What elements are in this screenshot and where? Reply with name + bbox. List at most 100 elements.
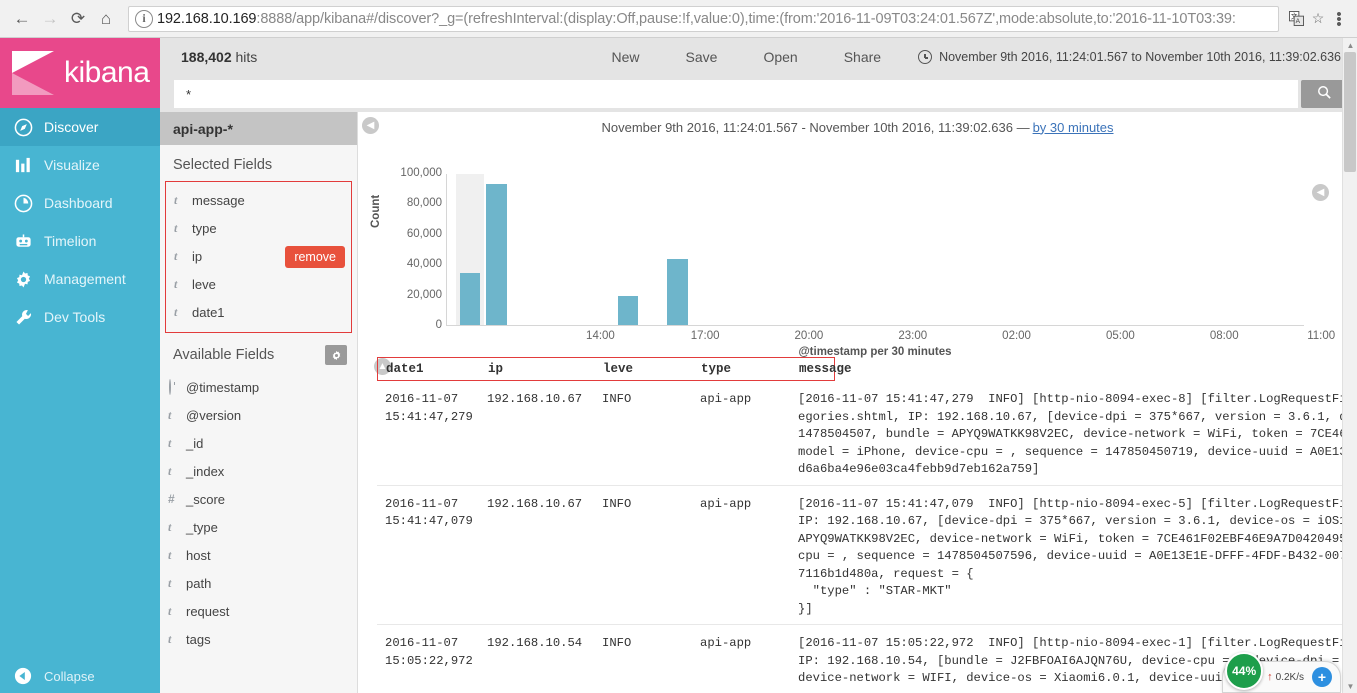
string-type-icon: t bbox=[168, 435, 172, 450]
field-item-timestamp[interactable]: @timestamp bbox=[160, 373, 357, 401]
field-item-id[interactable]: t _id bbox=[160, 429, 357, 457]
hits-label: hits bbox=[235, 49, 258, 65]
field-item-leve[interactable]: t leve bbox=[166, 270, 351, 298]
clock-icon bbox=[918, 50, 933, 64]
chart-bar[interactable] bbox=[486, 184, 507, 325]
forward-button[interactable]: → bbox=[36, 5, 64, 33]
share-button[interactable]: Share bbox=[844, 49, 881, 65]
field-item-ip[interactable]: t ip remove bbox=[166, 242, 351, 270]
network-monitor-widget[interactable]: 44% ↑ 0.2K/s + bbox=[1222, 652, 1341, 693]
available-fields-list: @timestamp t @version t _id t _index # _… bbox=[160, 373, 357, 653]
table-row[interactable]: 2016-11-07 15:41:47,279 192.168.10.67 INFO… bbox=[377, 381, 1357, 486]
field-item-host[interactable]: t host bbox=[160, 541, 357, 569]
cell-date1: 2016-11-07 15:41:47,079 bbox=[385, 496, 473, 529]
x-axis-tick-label: 05:00 bbox=[1105, 330, 1135, 342]
add-tool-button[interactable]: + bbox=[1312, 667, 1332, 687]
column-header-date1[interactable]: date1 bbox=[378, 362, 488, 376]
address-bar[interactable]: i 192.168.10.169:8888/app/kibana#/discov… bbox=[128, 5, 1279, 32]
chart-collapse-right-icon[interactable]: ◀ bbox=[1312, 184, 1329, 201]
sidebar-item-label: Dev Tools bbox=[44, 309, 106, 325]
column-header-message[interactable]: message bbox=[799, 362, 852, 376]
selected-fields-heading: Selected Fields bbox=[173, 157, 273, 173]
remove-field-button[interactable]: remove bbox=[285, 246, 345, 268]
search-button[interactable] bbox=[1301, 80, 1347, 108]
new-button[interactable]: New bbox=[612, 49, 640, 65]
field-name: @timestamp bbox=[186, 379, 260, 395]
sidebar-item-label: Timelion bbox=[44, 233, 97, 249]
chart-collapse-left-icon[interactable]: ◀ bbox=[362, 117, 379, 134]
chart-bar[interactable] bbox=[617, 295, 639, 325]
chart-plot-area[interactable] bbox=[446, 174, 1304, 326]
y-axis-ticks: 0 20,000 40,000 60,000 80,000 100,000 bbox=[384, 167, 442, 331]
sidebar-item-dev-tools[interactable]: Dev Tools bbox=[0, 298, 160, 336]
field-item-request[interactable]: t request bbox=[160, 597, 357, 625]
field-item-index[interactable]: t _index bbox=[160, 457, 357, 485]
chart-bar[interactable] bbox=[459, 273, 481, 325]
available-fields-label: Available Fields bbox=[173, 347, 275, 363]
column-header-type[interactable]: type bbox=[701, 362, 799, 376]
x-axis-tick-label: 20:00 bbox=[794, 330, 824, 342]
table-body: 2016-11-07 15:41:47,279 192.168.10.67 INFO… bbox=[377, 381, 1357, 693]
cpu-usage-badge[interactable]: 44% bbox=[1225, 652, 1264, 690]
sidebar-item-discover[interactable]: Discover bbox=[0, 108, 160, 146]
sidebar-item-dashboard[interactable]: Dashboard bbox=[0, 184, 160, 222]
available-fields-heading: Available Fields bbox=[160, 333, 357, 373]
home-button[interactable]: ⌂ bbox=[92, 5, 120, 33]
browser-menu-button[interactable]: • • • bbox=[1329, 7, 1349, 32]
field-name: @version bbox=[186, 407, 242, 423]
index-pattern-selector[interactable]: api-app-* bbox=[160, 112, 357, 145]
table-row[interactable]: 2016-11-07 15:05:22,972 192.168.10.54 INFO… bbox=[377, 625, 1357, 693]
site-info-icon[interactable]: i bbox=[135, 9, 153, 28]
column-header-leve[interactable]: leve bbox=[603, 362, 701, 376]
field-settings-gear-icon[interactable] bbox=[325, 345, 347, 365]
save-button[interactable]: Save bbox=[686, 49, 718, 65]
translate-icon[interactable]: 文A bbox=[1285, 8, 1307, 30]
string-type-icon: t bbox=[174, 192, 178, 207]
field-item-version[interactable]: t @version bbox=[160, 401, 357, 429]
cell-ip: 192.168.10.54 bbox=[487, 636, 583, 650]
string-type-icon: t bbox=[174, 304, 178, 319]
url-host: 192.168.10.169 bbox=[157, 10, 257, 27]
string-type-icon: t bbox=[168, 407, 172, 422]
field-item-score[interactable]: # _score bbox=[160, 485, 357, 513]
column-header-ip[interactable]: ip bbox=[488, 362, 603, 376]
x-axis-tick-label: 23:00 bbox=[898, 330, 928, 342]
sidebar-item-visualize[interactable]: Visualize bbox=[0, 146, 160, 184]
browser-toolbar: ← → ⟳ ⌂ i 192.168.10.169:8888/app/kibana… bbox=[0, 0, 1357, 38]
scroll-down-arrow-icon[interactable]: ▼ bbox=[1343, 679, 1357, 693]
chart-header: ◀ November 9th 2016, 11:24:01.567 - Nove… bbox=[358, 112, 1357, 138]
back-button[interactable]: ← bbox=[8, 5, 36, 33]
kibana-logo: kibana bbox=[0, 38, 160, 108]
open-button[interactable]: Open bbox=[763, 49, 797, 65]
y-axis-tick-label: 60,000 bbox=[406, 227, 442, 240]
field-name: _index bbox=[186, 463, 225, 479]
string-type-icon: t bbox=[168, 463, 172, 478]
field-item-type[interactable]: t type bbox=[166, 214, 351, 242]
field-item-type-meta[interactable]: t _type bbox=[160, 513, 357, 541]
bookmark-star-icon[interactable]: ☆ bbox=[1307, 8, 1329, 30]
sidebar-item-label: Dashboard bbox=[44, 195, 113, 211]
field-name: message bbox=[192, 192, 245, 208]
scroll-up-arrow-icon[interactable]: ▲ bbox=[1343, 38, 1357, 52]
date-type-icon bbox=[168, 378, 184, 395]
sidebar-item-timelion[interactable]: Timelion bbox=[0, 222, 160, 260]
search-input[interactable] bbox=[174, 80, 1298, 108]
scrollbar-thumb[interactable] bbox=[1344, 52, 1356, 172]
cell-leve: INFO bbox=[602, 392, 632, 406]
chart-bar[interactable] bbox=[667, 259, 688, 325]
selected-fields-list: t message t type t ip remove t leve t da… bbox=[165, 181, 352, 333]
cell-type: api-app bbox=[700, 392, 752, 406]
field-item-date1[interactable]: t date1 bbox=[166, 298, 351, 326]
reload-button[interactable]: ⟳ bbox=[64, 5, 92, 33]
sidebar-item-management[interactable]: Management bbox=[0, 260, 160, 298]
sidebar-collapse-button[interactable]: Collapse bbox=[0, 659, 160, 693]
field-item-message[interactable]: t message bbox=[166, 186, 351, 214]
field-item-path[interactable]: t path bbox=[160, 569, 357, 597]
table-row[interactable]: 2016-11-07 15:41:47,079 192.168.10.67 INFO… bbox=[377, 486, 1357, 625]
page-scrollbar[interactable]: ▲ ▼ bbox=[1342, 38, 1357, 693]
field-item-tags[interactable]: t tags bbox=[160, 625, 357, 653]
time-picker-button[interactable]: November 9th 2016, 11:24:01.567 to Novem… bbox=[918, 50, 1341, 64]
y-axis-label: Count bbox=[370, 194, 382, 228]
chart-interval-link[interactable]: by 30 minutes bbox=[1033, 120, 1114, 135]
discover-topbar: 188,402 hits New Save Open Share Novembe… bbox=[160, 38, 1357, 76]
